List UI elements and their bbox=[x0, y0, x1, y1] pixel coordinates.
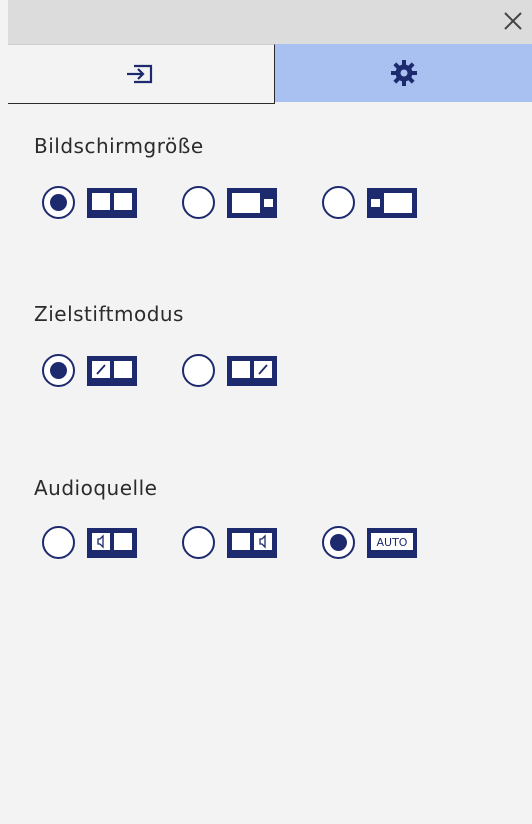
audio-source-radio-right[interactable] bbox=[182, 526, 215, 559]
close-button[interactable] bbox=[498, 6, 528, 36]
pen-right-icon bbox=[227, 355, 277, 386]
title-bar bbox=[8, 0, 532, 44]
pen-left-icon bbox=[87, 355, 137, 386]
split-left-large-icon bbox=[227, 187, 277, 218]
split-right-large-icon bbox=[367, 187, 417, 218]
audio-source-title: Audioquelle bbox=[34, 476, 158, 500]
audio-source-option-auto[interactable]: AUTO bbox=[322, 526, 417, 559]
gear-icon bbox=[390, 60, 417, 86]
audio-auto-icon: AUTO bbox=[367, 527, 417, 558]
screen-size-radio-equal[interactable] bbox=[42, 186, 75, 219]
pen-mode-option-left[interactable] bbox=[42, 354, 137, 387]
input-source-icon bbox=[127, 64, 153, 84]
tab-settings[interactable] bbox=[275, 44, 532, 102]
pen-mode-radio-left[interactable] bbox=[42, 354, 75, 387]
settings-panel: Bildschirmgröße Zielstiftmodus Audioquel… bbox=[8, 104, 532, 824]
audio-source-option-right[interactable] bbox=[182, 526, 277, 559]
audio-right-icon bbox=[227, 527, 277, 558]
tab-input-source[interactable] bbox=[8, 44, 275, 104]
audio-source-radio-auto[interactable] bbox=[322, 526, 355, 559]
close-icon bbox=[504, 12, 522, 30]
audio-left-icon bbox=[87, 527, 137, 558]
screen-size-option-right-large[interactable] bbox=[322, 186, 417, 219]
pen-mode-radio-right[interactable] bbox=[182, 354, 215, 387]
screen-size-option-equal[interactable] bbox=[42, 186, 137, 219]
audio-source-option-left[interactable] bbox=[42, 526, 137, 559]
pen-mode-option-right[interactable] bbox=[182, 354, 277, 387]
audio-auto-label: AUTO bbox=[377, 536, 408, 549]
pen-mode-title: Zielstiftmodus bbox=[34, 302, 184, 326]
audio-source-radio-left[interactable] bbox=[42, 526, 75, 559]
screen-size-radio-left-large[interactable] bbox=[182, 186, 215, 219]
screen-size-title: Bildschirmgröße bbox=[34, 134, 204, 158]
tab-bar bbox=[8, 44, 532, 104]
screen-size-option-left-large[interactable] bbox=[182, 186, 277, 219]
split-equal-icon bbox=[87, 187, 137, 218]
screen-size-radio-right-large[interactable] bbox=[322, 186, 355, 219]
